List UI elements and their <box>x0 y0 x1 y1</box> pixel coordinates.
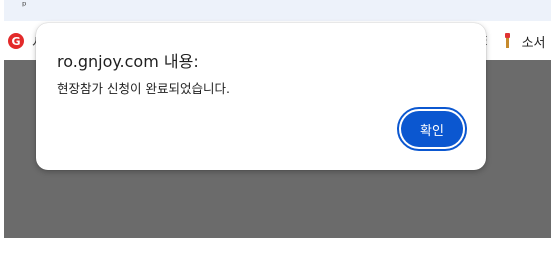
bookmark-item-right[interactable]: E 소서 <box>480 24 546 58</box>
address-caret: ᵖ <box>22 0 27 12</box>
ok-button[interactable]: 확인 <box>397 107 467 151</box>
site-logo-icon: G <box>8 33 24 49</box>
alert-dialog: ro.gnjoy.com 내용: 현장참가 신청이 완료되었습니다. 확인 <box>36 23 486 170</box>
bookmark-flag-icon <box>502 33 514 49</box>
bookmark-label-right: 소서 <box>521 35 546 51</box>
dialog-message: 현장참가 신청이 완료되었습니다. <box>57 81 230 96</box>
dialog-title: ro.gnjoy.com 내용: <box>57 52 199 71</box>
address-bar[interactable]: ᵖ <box>4 0 551 21</box>
